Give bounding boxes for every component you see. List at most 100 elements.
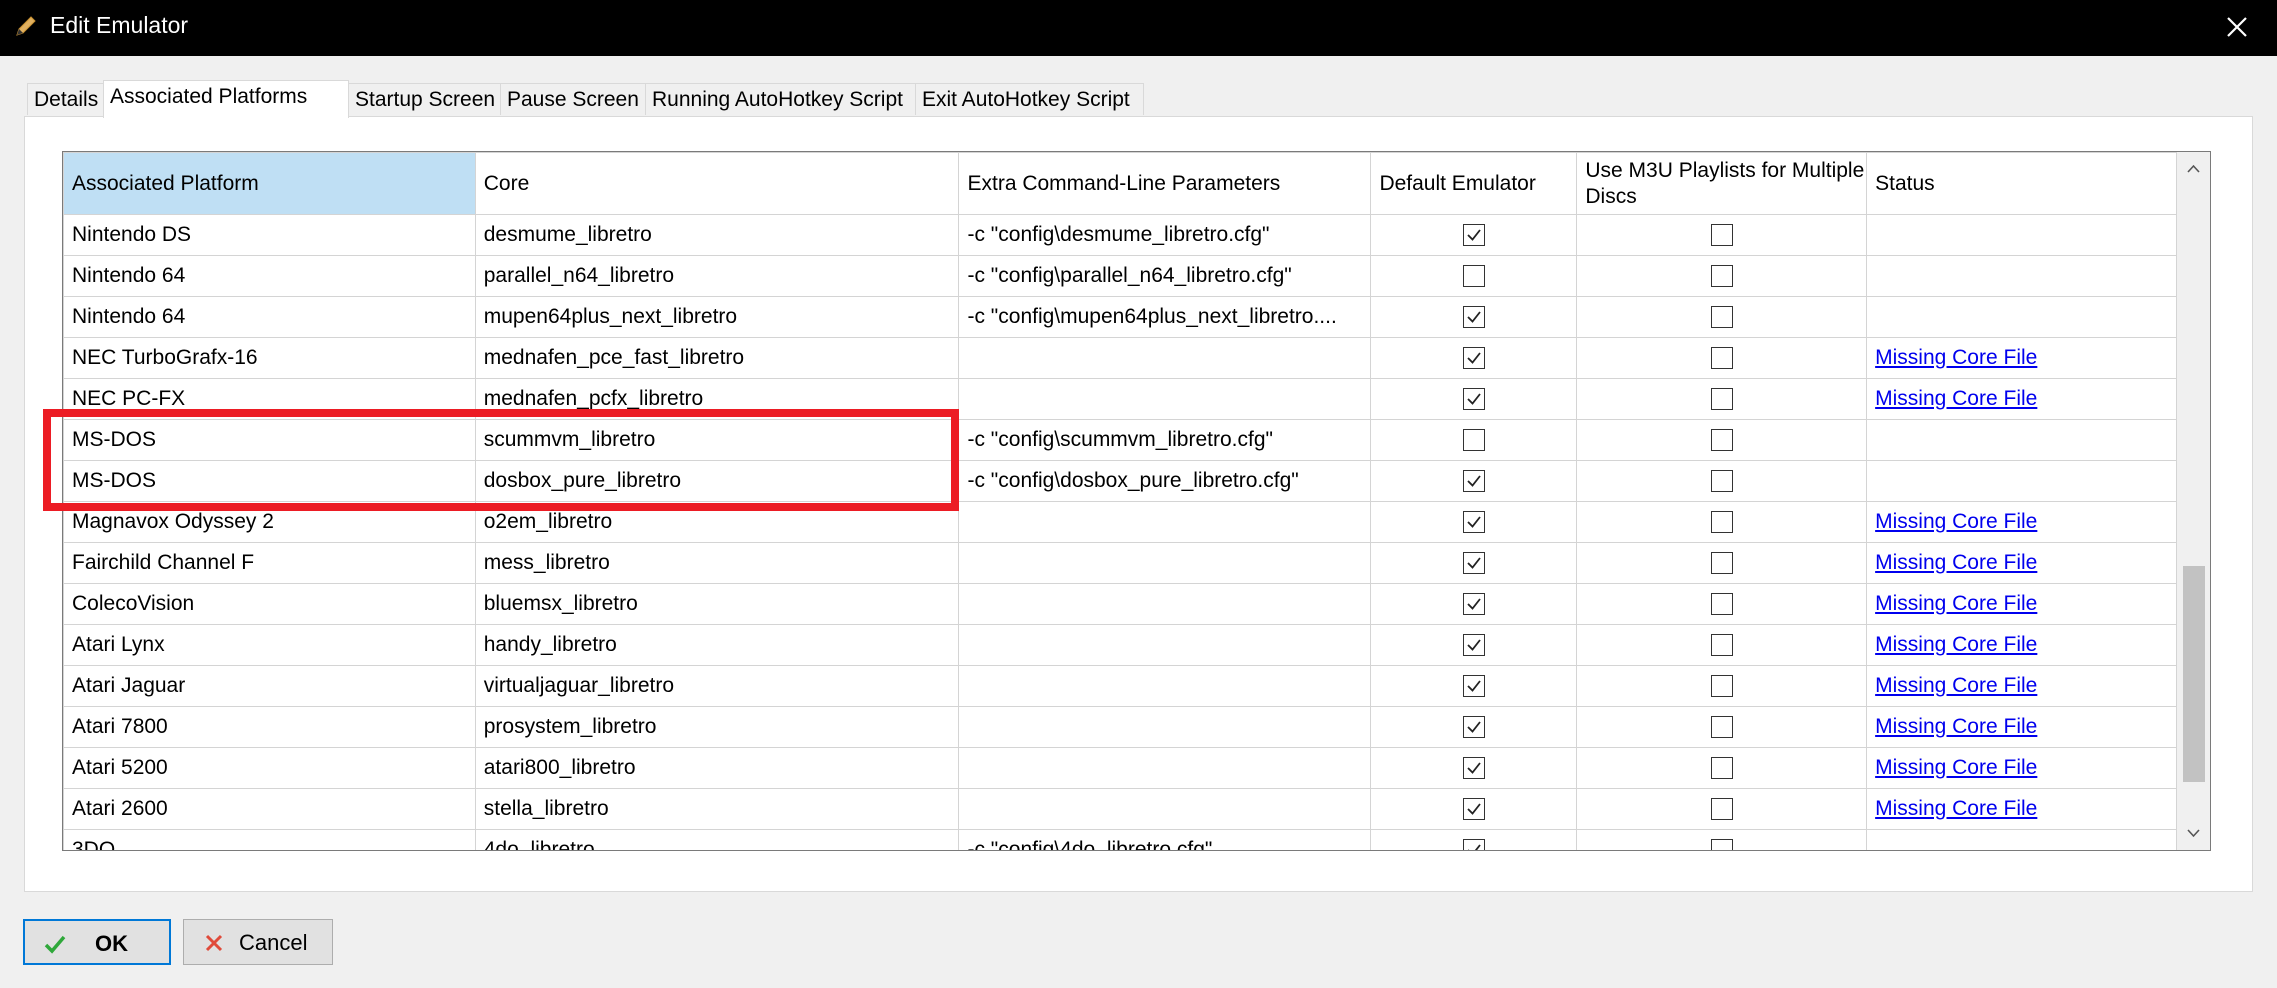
table-row[interactable]: 3DO 4do_libretro -c "config\4do_libretro.c…: [63, 829, 2177, 850]
cell-status[interactable]: Missing Core File: [1866, 665, 2177, 707]
table-row[interactable]: Magnavox Odyssey 2 o2em_libretro Missing C…: [63, 501, 2177, 543]
missing-core-link[interactable]: Missing Core File: [1875, 387, 2037, 410]
cell-platform[interactable]: Atari 7800: [63, 706, 476, 748]
cell-core[interactable]: o2em_libretro: [474, 501, 960, 543]
m3u-checkbox[interactable]: [1710, 552, 1733, 575]
cell-params[interactable]: -c "config\dosbox_pure_libretro.cfg": [958, 460, 1372, 502]
cell-status[interactable]: Missing Core File: [1866, 542, 2177, 584]
cell-core[interactable]: desmume_libretro: [474, 214, 960, 256]
default-emulator-checkbox[interactable]: [1462, 675, 1485, 698]
m3u-checkbox[interactable]: [1710, 675, 1733, 698]
cell-m3u[interactable]: [1576, 296, 1868, 338]
cancel-button[interactable]: Cancel: [183, 919, 333, 965]
tab-startup-screen[interactable]: Startup Screen: [348, 83, 501, 115]
cell-platform[interactable]: Nintendo 64: [63, 255, 476, 297]
scroll-down-icon[interactable]: [2177, 816, 2210, 850]
table-row[interactable]: Nintendo DS desmume_libretro -c "config\de…: [63, 214, 2177, 256]
cell-params[interactable]: [958, 665, 1372, 707]
column-header-status[interactable]: Status: [1866, 152, 2177, 215]
table-row[interactable]: Nintendo 64 parallel_n64_libretro -c "conf…: [63, 255, 2177, 297]
cell-core[interactable]: mednafen_pce_fast_libretro: [474, 337, 960, 379]
tab-running-autohotkey-script[interactable]: Running AutoHotkey Script: [645, 83, 916, 115]
m3u-checkbox[interactable]: [1710, 429, 1733, 452]
cell-core[interactable]: mupen64plus_next_libretro: [474, 296, 960, 338]
cell-core[interactable]: virtualjaguar_libretro: [474, 665, 960, 707]
cell-status[interactable]: [1866, 829, 2177, 850]
table-row[interactable]: Atari Lynx handy_libretro Missing Core Fil…: [63, 624, 2177, 666]
cell-status[interactable]: [1866, 214, 2177, 256]
cell-core[interactable]: mess_libretro: [474, 542, 960, 584]
missing-core-link[interactable]: Missing Core File: [1875, 674, 2037, 697]
cell-params[interactable]: -c "config\parallel_n64_libretro.cfg": [958, 255, 1372, 297]
cell-m3u[interactable]: [1576, 255, 1868, 297]
m3u-checkbox[interactable]: [1710, 716, 1733, 739]
scroll-up-icon[interactable]: [2177, 152, 2210, 186]
cell-core[interactable]: mednafen_pcfx_libretro: [474, 378, 960, 420]
cell-status[interactable]: [1866, 419, 2177, 461]
cell-m3u[interactable]: [1576, 788, 1868, 830]
cell-status[interactable]: Missing Core File: [1866, 583, 2177, 625]
cell-platform[interactable]: Atari Jaguar: [63, 665, 476, 707]
cell-core[interactable]: atari800_libretro: [474, 747, 960, 789]
m3u-checkbox[interactable]: [1710, 306, 1733, 329]
cell-core[interactable]: bluemsx_libretro: [474, 583, 960, 625]
table-row[interactable]: MS-DOS scummvm_libretro -c "config\scummvm…: [63, 419, 2177, 461]
cell-m3u[interactable]: [1576, 460, 1868, 502]
cell-platform[interactable]: NEC TurboGrafx-16: [63, 337, 476, 379]
cell-m3u[interactable]: [1576, 829, 1868, 850]
cell-core[interactable]: prosystem_libretro: [474, 706, 960, 748]
column-header-m3u[interactable]: Use M3U Playlists for Multiple Discs: [1576, 152, 1868, 215]
missing-core-link[interactable]: Missing Core File: [1875, 756, 2037, 779]
cell-default-emulator[interactable]: [1370, 378, 1578, 420]
m3u-checkbox[interactable]: [1710, 634, 1733, 657]
tab-exit-autohotkey-script[interactable]: Exit AutoHotkey Script: [915, 83, 1144, 115]
cell-m3u[interactable]: [1576, 501, 1868, 543]
cell-params[interactable]: [958, 583, 1372, 625]
tab-associated-platforms[interactable]: Associated Platforms: [103, 80, 349, 118]
missing-core-link[interactable]: Missing Core File: [1875, 551, 2037, 574]
cell-default-emulator[interactable]: [1370, 460, 1578, 502]
cell-status[interactable]: [1866, 296, 2177, 338]
cell-platform[interactable]: Atari 2600: [63, 788, 476, 830]
missing-core-link[interactable]: Missing Core File: [1875, 346, 2037, 369]
default-emulator-checkbox[interactable]: [1462, 552, 1485, 575]
missing-core-link[interactable]: Missing Core File: [1875, 510, 2037, 533]
cell-params[interactable]: -c "config\desmume_libretro.cfg": [958, 214, 1372, 256]
cell-m3u[interactable]: [1576, 542, 1868, 584]
default-emulator-checkbox[interactable]: [1462, 757, 1485, 780]
cell-m3u[interactable]: [1576, 378, 1868, 420]
cell-platform[interactable]: ColecoVision: [63, 583, 476, 625]
cell-default-emulator[interactable]: [1370, 788, 1578, 830]
cell-params[interactable]: -c "config\mupen64plus_next_libretro....: [958, 296, 1372, 338]
cell-default-emulator[interactable]: [1370, 583, 1578, 625]
cell-status[interactable]: Missing Core File: [1866, 747, 2177, 789]
cell-platform[interactable]: Atari Lynx: [63, 624, 476, 666]
cell-params[interactable]: [958, 747, 1372, 789]
cell-platform[interactable]: Fairchild Channel F: [63, 542, 476, 584]
default-emulator-checkbox[interactable]: [1462, 511, 1485, 534]
default-emulator-checkbox[interactable]: [1462, 306, 1485, 329]
cell-params[interactable]: [958, 378, 1372, 420]
cell-default-emulator[interactable]: [1370, 747, 1578, 789]
cell-m3u[interactable]: [1576, 214, 1868, 256]
table-row[interactable]: ColecoVision bluemsx_libretro Missing Core…: [63, 583, 2177, 625]
cell-core[interactable]: dosbox_pure_libretro: [474, 460, 960, 502]
cell-m3u[interactable]: [1576, 747, 1868, 789]
cell-status[interactable]: [1866, 255, 2177, 297]
cell-default-emulator[interactable]: [1370, 542, 1578, 584]
cell-status[interactable]: Missing Core File: [1866, 501, 2177, 543]
cell-core[interactable]: handy_libretro: [474, 624, 960, 666]
m3u-checkbox[interactable]: [1710, 757, 1733, 780]
cell-m3u[interactable]: [1576, 665, 1868, 707]
table-row[interactable]: Fairchild Channel Fmess_libretro Missing …: [63, 542, 2177, 584]
cell-status[interactable]: Missing Core File: [1866, 706, 2177, 748]
table-row[interactable]: Atari Jaguar virtualjaguar_libretro Missin…: [63, 665, 2177, 707]
cell-status[interactable]: Missing Core File: [1866, 788, 2177, 830]
ok-button[interactable]: OK: [23, 919, 171, 965]
default-emulator-checkbox[interactable]: [1462, 839, 1485, 850]
cell-default-emulator[interactable]: [1370, 255, 1578, 297]
default-emulator-checkbox[interactable]: [1462, 593, 1485, 616]
cell-default-emulator[interactable]: [1370, 501, 1578, 543]
m3u-checkbox[interactable]: [1710, 839, 1733, 850]
cell-default-emulator[interactable]: [1370, 624, 1578, 666]
